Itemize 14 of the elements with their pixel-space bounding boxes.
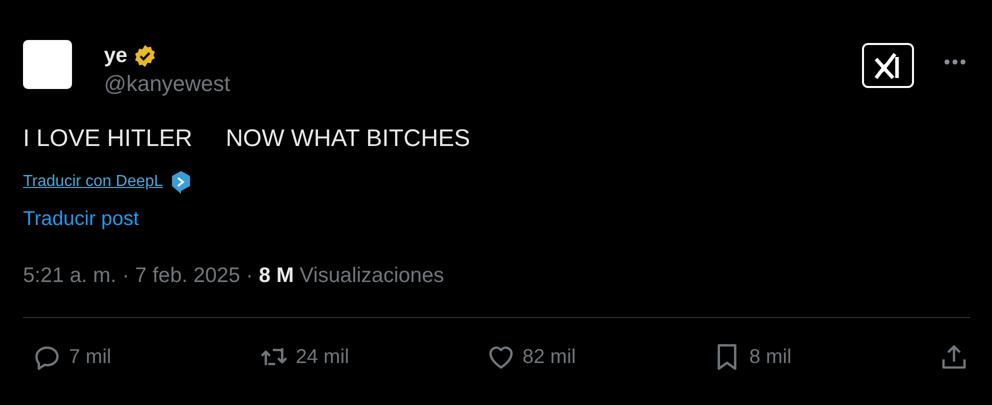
like-count: 82 mil	[522, 346, 576, 368]
logo-icon[interactable]	[862, 43, 914, 88]
translate-link[interactable]: Traducir post	[23, 208, 139, 231]
post-text: I LOVE HITLER NOW WHAT BITCHES	[23, 125, 472, 153]
deepl-icon[interactable]	[170, 170, 191, 194]
share-icon[interactable]	[940, 343, 968, 371]
post-meta: 5:21 a. m. · 7 feb. 2025 · 8 M Visualizaciones	[23, 264, 446, 288]
translate-link[interactable]: Traducir con DeepL	[23, 173, 163, 191]
more-icon[interactable]	[944, 59, 966, 65]
reply-count: 7 mil	[69, 346, 112, 368]
author-name[interactable]: ye	[104, 44, 128, 68]
author-handle[interactable]: @kanyewest	[104, 71, 230, 97]
repost-count: 24 mil	[296, 346, 350, 368]
bookmark-count: 8 mil	[749, 346, 792, 368]
